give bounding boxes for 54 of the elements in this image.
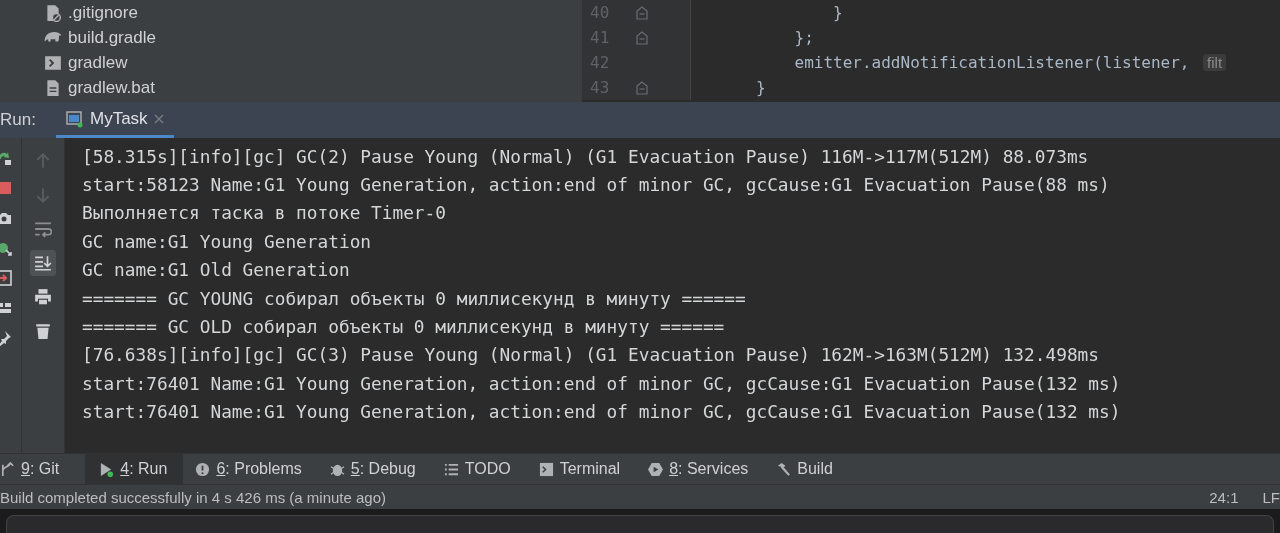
tree-item[interactable]: gradlew: [44, 50, 582, 75]
warning-circle-icon: [195, 461, 211, 477]
ignored-file-icon: [44, 3, 62, 22]
exit-icon[interactable]: [0, 270, 12, 286]
run-icon: [99, 461, 115, 477]
console-line: GC name:G1 Young Generation: [82, 229, 373, 254]
tool-window-tab[interactable]: 9: Git: [0, 454, 76, 484]
tool-window-tab[interactable]: 6: Problems: [193, 454, 318, 484]
code-line: }: [832, 3, 843, 22]
tree-item[interactable]: .gitignore: [44, 0, 582, 25]
terminal-icon: [538, 461, 554, 477]
fold-marker-icon[interactable]: [635, 79, 649, 96]
stop-icon[interactable]: [0, 180, 12, 196]
branch-icon: [0, 461, 15, 477]
code-line: emitter.addNotificationListener(listener,: [793, 53, 1191, 72]
console-line: [76.638s][info][gc] GC(3) Pause Young (Normal) (G1 Evacuation Pause) 162M->163M(512M) 132.498ms: [82, 343, 1100, 368]
camera-icon[interactable]: [0, 210, 12, 226]
hammer-icon: [776, 461, 792, 477]
tool-window-tab[interactable]: 8: Services: [646, 454, 765, 484]
layout-icon[interactable]: [0, 300, 12, 316]
console-line: ======= GC OLD собирал объекты 0 миллисекунд в минуту ======: [82, 315, 726, 340]
elephant-icon: [44, 31, 62, 44]
tool-window-tab[interactable]: Build: [774, 454, 849, 484]
window-icon: [66, 109, 84, 128]
code-line: }: [755, 78, 766, 97]
tool-window-tab[interactable]: TODO: [441, 454, 527, 484]
tree-item[interactable]: build.gradle: [44, 25, 582, 50]
line-separator[interactable]: LF: [1262, 488, 1280, 506]
tool-window-tab[interactable]: Terminal: [536, 454, 637, 484]
terminal-file-icon: [44, 53, 62, 72]
code-line: };: [793, 28, 814, 47]
tree-item[interactable]: gradlew.bat: [44, 75, 582, 100]
rerun-icon[interactable]: [0, 150, 12, 166]
list-icon: [443, 461, 459, 477]
text-file-icon: [44, 78, 62, 97]
tool-window-tab[interactable]: 4: Run: [85, 454, 184, 484]
console-line: start:76401 Name:G1 Young Generation, action:end of minor GC, gcCause:G1 Evacuation Pause(132 ms): [82, 371, 1121, 396]
parameter-hint: filt: [1203, 54, 1227, 71]
play-hexagon-icon: [648, 461, 664, 477]
run-label: Run:: [0, 109, 37, 131]
cursor-position[interactable]: 24:1: [1209, 488, 1239, 506]
pin-icon[interactable]: [0, 330, 12, 346]
close-icon[interactable]: [153, 113, 164, 124]
console-line: [58.315s][info][gc] GC(2) Pause Young (Normal) (G1 Evacuation Pause) 116M->117M(512M) 88.073ms: [82, 144, 1090, 169]
console-line: start:58123 Name:G1 Young Generation, action:end of minor GC, gcCause:G1 Evacuation Pause(88 ms): [82, 173, 1111, 198]
fold-marker-icon[interactable]: [635, 29, 649, 46]
status-message: Build completed successfully in 4 s 426 ms (a minute ago): [0, 488, 387, 506]
scroll-to-end-icon[interactable]: [30, 250, 56, 276]
tool-window-tab[interactable]: 5: Debug: [327, 454, 432, 484]
console-line: GC name:G1 Old Generation: [82, 258, 351, 283]
console-line: ======= GC YOUNG собирал объекты 0 миллисекунд в минуту ======: [82, 286, 747, 311]
console-line: start:76401 Name:G1 Young Generation, action:end of minor GC, gcCause:G1 Evacuation Pause(132 ms): [82, 400, 1121, 425]
fold-marker-icon[interactable]: [635, 4, 649, 21]
console-line: Выполняется таска в потоке Timer-0: [82, 201, 447, 226]
